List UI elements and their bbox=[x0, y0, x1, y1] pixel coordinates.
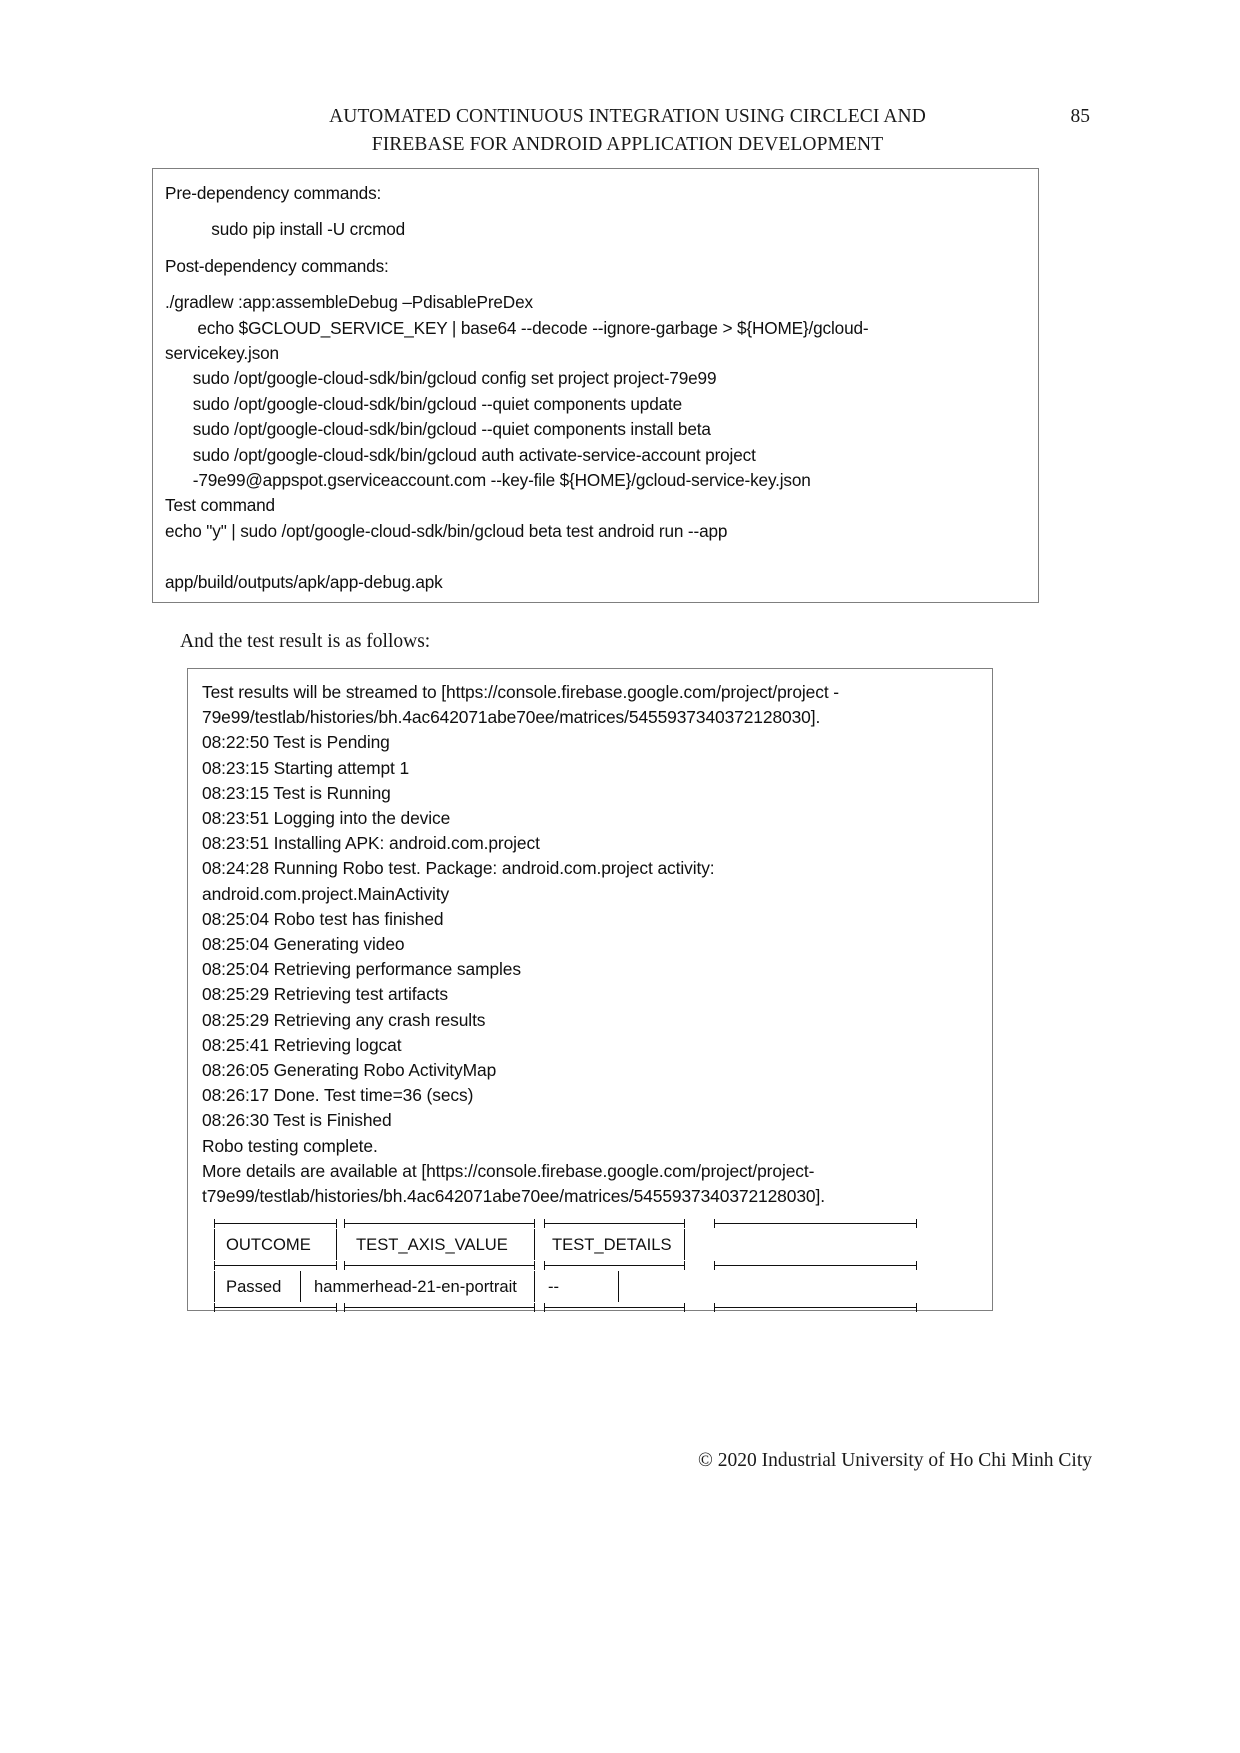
log-line: 08:25:04 Generating video bbox=[202, 934, 405, 955]
config-line: -79e99@appspot.gserviceaccount.com --key… bbox=[165, 470, 811, 491]
config-line: sudo pip install -U crcmod bbox=[165, 219, 406, 240]
table-rule-bottom bbox=[214, 1303, 920, 1313]
document-page: AUTOMATED CONTINUOUS INTEGRATION USING C… bbox=[0, 0, 1240, 1753]
config-line: sudo /opt/google-cloud-sdk/bin/gcloud au… bbox=[165, 444, 756, 465]
table-rule-middle bbox=[214, 1261, 920, 1271]
running-head: AUTOMATED CONTINUOUS INTEGRATION USING C… bbox=[150, 103, 1090, 158]
log-line: 08:23:15 Test is Running bbox=[202, 782, 391, 803]
table-row: Passed hammerhead-21-en-portrait -- bbox=[214, 1270, 920, 1303]
table-header-row: OUTCOME TEST_AXIS_VALUE TEST_DETAILS bbox=[214, 1228, 920, 1261]
config-line: sudo /opt/google-cloud-sdk/bin/gcloud co… bbox=[165, 368, 717, 389]
log-line: t79e99/testlab/histories/bh.4ac642071abe… bbox=[202, 1186, 825, 1207]
config-line: Pre-dependency commands: bbox=[165, 183, 382, 203]
log-line: 79e99/testlab/histories/bh.4ac642071abe7… bbox=[202, 707, 821, 728]
log-line: 08:24:28 Running Robo test. Package: and… bbox=[202, 858, 715, 879]
log-line: 08:25:29 Retrieving test artifacts bbox=[202, 984, 448, 1005]
page-number: 85 bbox=[1070, 106, 1091, 127]
cell-axis-value: hammerhead-21-en-portrait bbox=[314, 1277, 517, 1297]
test-results-box: Test results will be streamed to [https:… bbox=[187, 668, 993, 1313]
log-line: Robo testing complete. bbox=[202, 1135, 378, 1156]
log-line: Test results will be streamed to [https:… bbox=[202, 682, 839, 702]
log-line: 08:22:50 Test is Pending bbox=[202, 732, 390, 753]
cell-outcome: Passed bbox=[226, 1277, 282, 1297]
log-line: 08:23:51 Installing APK: android.com.pro… bbox=[202, 833, 540, 854]
config-line: Test command bbox=[165, 495, 275, 516]
log-line: 08:25:04 Retrieving performance samples bbox=[202, 959, 521, 980]
config-commands-box: Pre-dependency commands: sudo pip instal… bbox=[152, 168, 1039, 603]
table-header-axis-value: TEST_AXIS_VALUE bbox=[356, 1235, 508, 1255]
log-line: 08:25:41 Retrieving logcat bbox=[202, 1034, 402, 1055]
config-line: sudo /opt/google-cloud-sdk/bin/gcloud --… bbox=[165, 393, 683, 414]
config-line: echo "y" | sudo /opt/google-cloud-sdk/bi… bbox=[165, 520, 728, 541]
page-title-line-2: FIREBASE FOR ANDROID APPLICATION DEVELOP… bbox=[371, 133, 884, 155]
log-line: 08:26:17 Done. Test time=36 (secs) bbox=[202, 1085, 474, 1106]
table-header-outcome: OUTCOME bbox=[226, 1235, 311, 1255]
log-line: 08:23:15 Starting attempt 1 bbox=[202, 757, 410, 778]
config-line: Post-dependency commands: bbox=[165, 255, 389, 276]
config-line: sudo /opt/google-cloud-sdk/bin/gcloud --… bbox=[165, 419, 711, 440]
config-line-blank bbox=[165, 544, 1024, 569]
log-line: android.com.project.MainActivity bbox=[202, 883, 450, 904]
config-line: servicekey.json bbox=[165, 343, 279, 364]
config-line: echo $GCLOUD_SERVICE_KEY | base64 --deco… bbox=[165, 317, 869, 338]
cell-details: -- bbox=[548, 1277, 560, 1297]
log-line: More details are available at [https://c… bbox=[202, 1160, 815, 1181]
log-line: 08:25:04 Robo test has finished bbox=[202, 908, 444, 929]
table-rule-top bbox=[214, 1219, 920, 1229]
outcome-table: OUTCOME TEST_AXIS_VALUE TEST_DETAILS Pas… bbox=[214, 1219, 920, 1313]
interstitial-sentence: And the test result is as follows: bbox=[180, 631, 431, 652]
log-line: 08:23:51 Logging into the device bbox=[202, 808, 451, 829]
config-line: ./gradlew :app:assembleDebug –PdisablePr… bbox=[165, 292, 533, 313]
log-line: 08:26:30 Test is Finished bbox=[202, 1110, 392, 1131]
table-header-details: TEST_DETAILS bbox=[552, 1235, 672, 1255]
footer-copyright: © 2020 Industrial University of Ho Chi M… bbox=[698, 1450, 1092, 1471]
log-line: 08:25:29 Retrieving any crash results bbox=[202, 1009, 486, 1030]
page-title-line-1: AUTOMATED CONTINUOUS INTEGRATION USING C… bbox=[329, 106, 926, 127]
config-line: app/build/outputs/apk/app-debug.apk bbox=[165, 571, 443, 592]
log-line: 08:26:05 Generating Robo ActivityMap bbox=[202, 1060, 497, 1081]
page-title: AUTOMATED CONTINUOUS INTEGRATION USING C… bbox=[150, 103, 1050, 158]
